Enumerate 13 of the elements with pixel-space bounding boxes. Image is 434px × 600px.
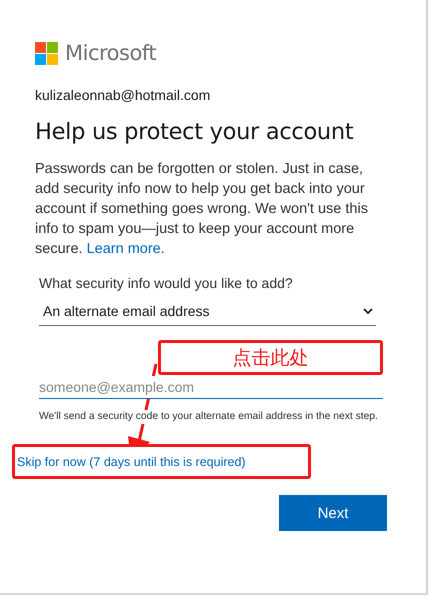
learn-more-link[interactable]: Learn more. — [86, 241, 165, 257]
field-label: What security info would you like to add? — [39, 275, 294, 291]
chevron-down-icon — [363, 308, 373, 314]
email-input-field[interactable]: someone@example.com — [39, 376, 383, 399]
page-title: Help us protect your account — [35, 119, 354, 145]
intro-paragraph: Passwords can be forgotten or stolen. Just in case, add security info now to help you get back into your account if something goes wrong. We won't use this info to spam you—just to keep your account more secure. Learn more. — [35, 160, 369, 259]
brand-name: Microsoft — [65, 41, 156, 65]
account-email: kulizaleonnab@hotmail.com — [35, 87, 212, 103]
microsoft-logo-icon — [35, 42, 58, 64]
next-button[interactable]: Next — [279, 495, 387, 531]
skip-link[interactable]: Skip for now (7 days until this is required) — [17, 454, 246, 468]
security-info-dropdown[interactable]: An alternate email address — [39, 297, 376, 326]
annotation-callout: 点击此处 — [158, 340, 383, 375]
